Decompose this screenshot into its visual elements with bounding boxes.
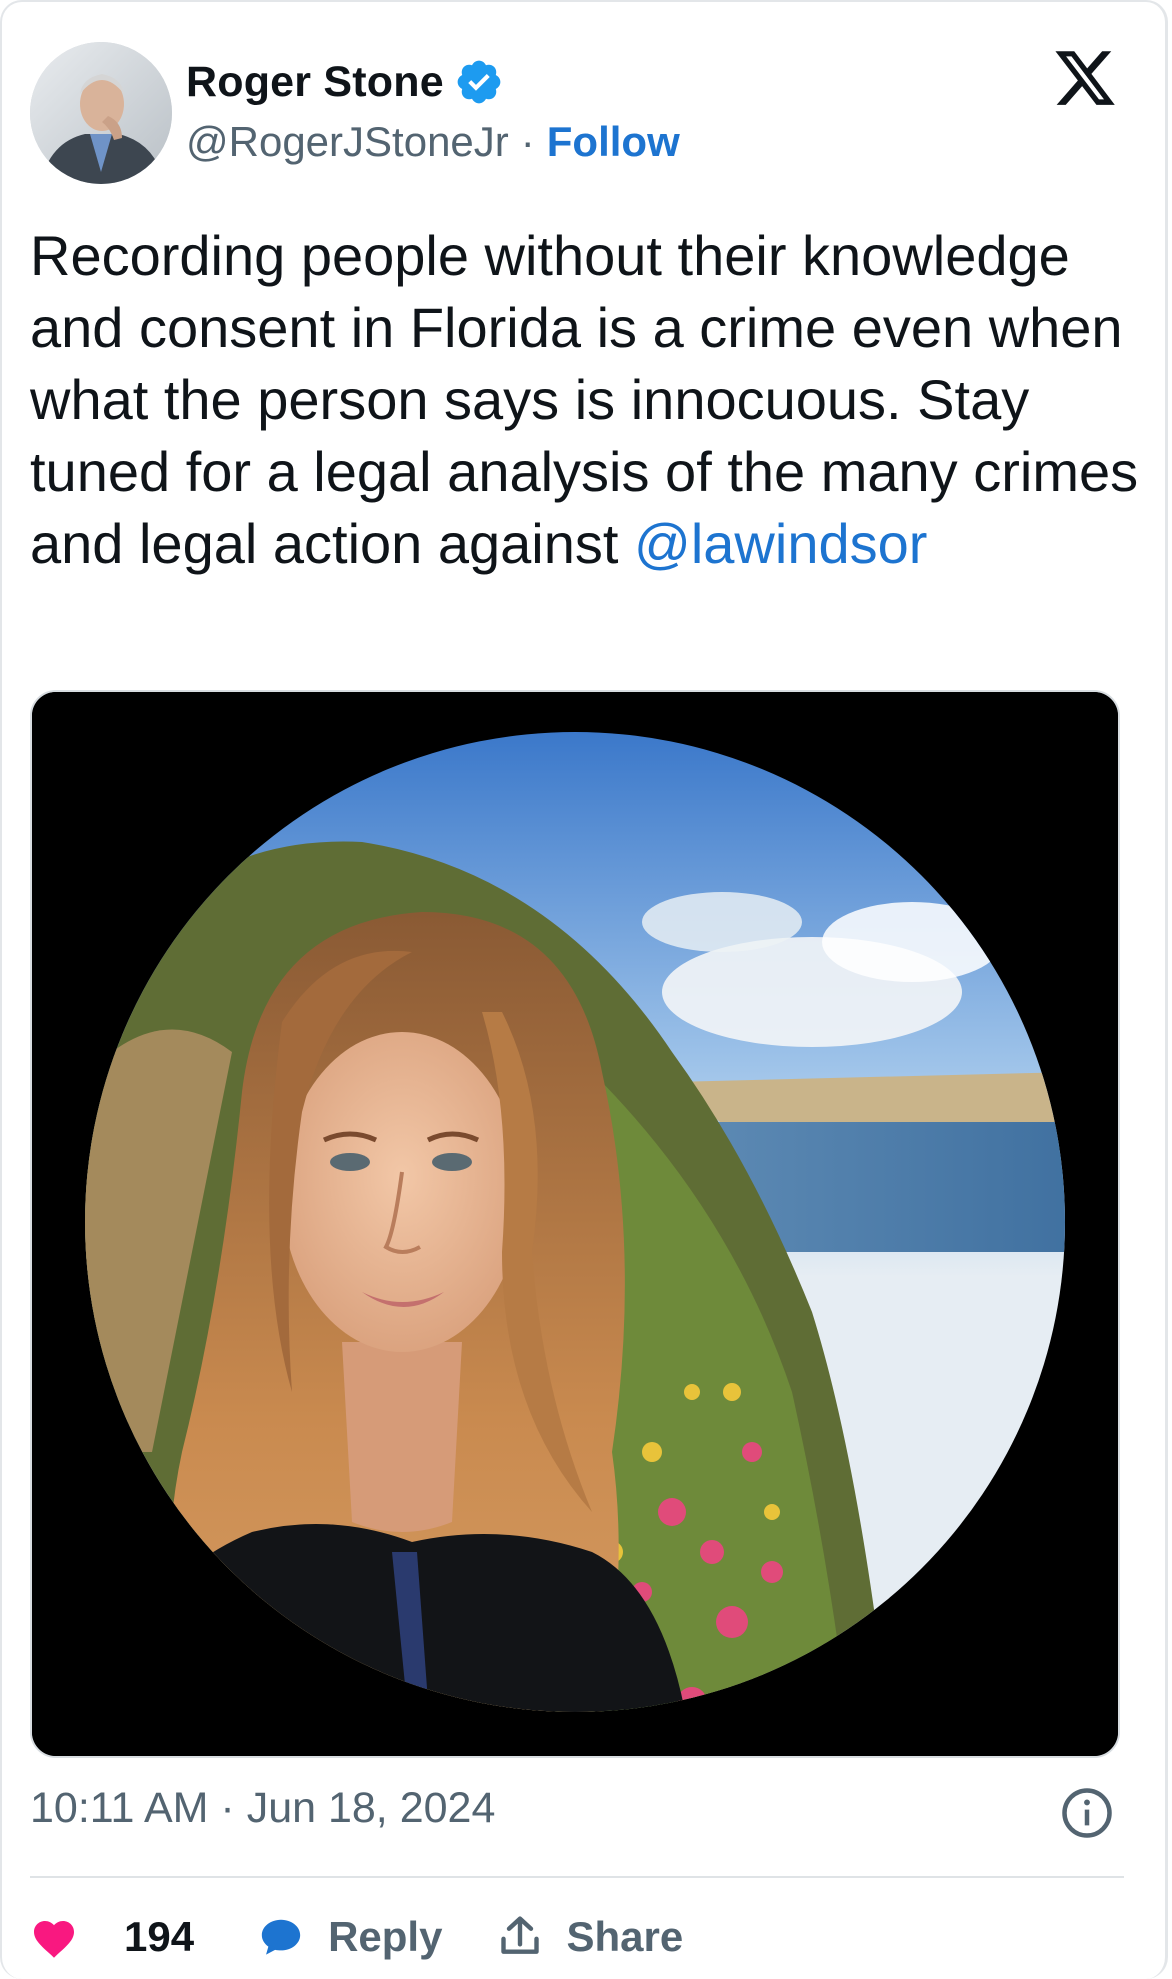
like-button[interactable]: 194: [30, 1913, 194, 1961]
reply-bubble-icon: [261, 1919, 301, 1955]
share-upload-icon: [501, 1916, 540, 1954]
author-avatar[interactable]: [30, 42, 172, 184]
reply-button[interactable]: Reply: [258, 1913, 442, 1961]
x-logo-icon[interactable]: [1052, 45, 1118, 111]
tweet-text: Recording people without their knowledge…: [30, 220, 1150, 580]
tweet-body: Recording people without their knowledge…: [30, 224, 1139, 575]
handle-row: @RogerJStoneJr · Follow: [186, 118, 680, 166]
author-name[interactable]: Roger Stone: [186, 58, 444, 107]
divider: [30, 1876, 1124, 1878]
follow-button[interactable]: Follow: [547, 118, 680, 166]
verified-badge-icon: [457, 60, 501, 104]
action-bar: 194 Reply Share: [30, 1902, 683, 1972]
tweet-timestamp[interactable]: 10:11 AM · Jun 18, 2024: [30, 1784, 495, 1833]
separator-dot: ·: [520, 118, 535, 165]
share-button[interactable]: Share: [498, 1913, 683, 1961]
author-handle[interactable]: @RogerJStoneJr: [186, 118, 509, 166]
reply-label: Reply: [328, 1913, 443, 1960]
share-label: Share: [566, 1913, 684, 1960]
heart-icon: [34, 1921, 74, 1958]
profile-photo-image: [32, 692, 1118, 1756]
like-count: 194: [124, 1913, 195, 1960]
info-icon[interactable]: [1060, 1786, 1114, 1840]
mention-link[interactable]: @lawindsor: [634, 512, 927, 575]
tweet-media[interactable]: [30, 690, 1120, 1758]
author-name-row[interactable]: Roger Stone: [186, 52, 504, 112]
